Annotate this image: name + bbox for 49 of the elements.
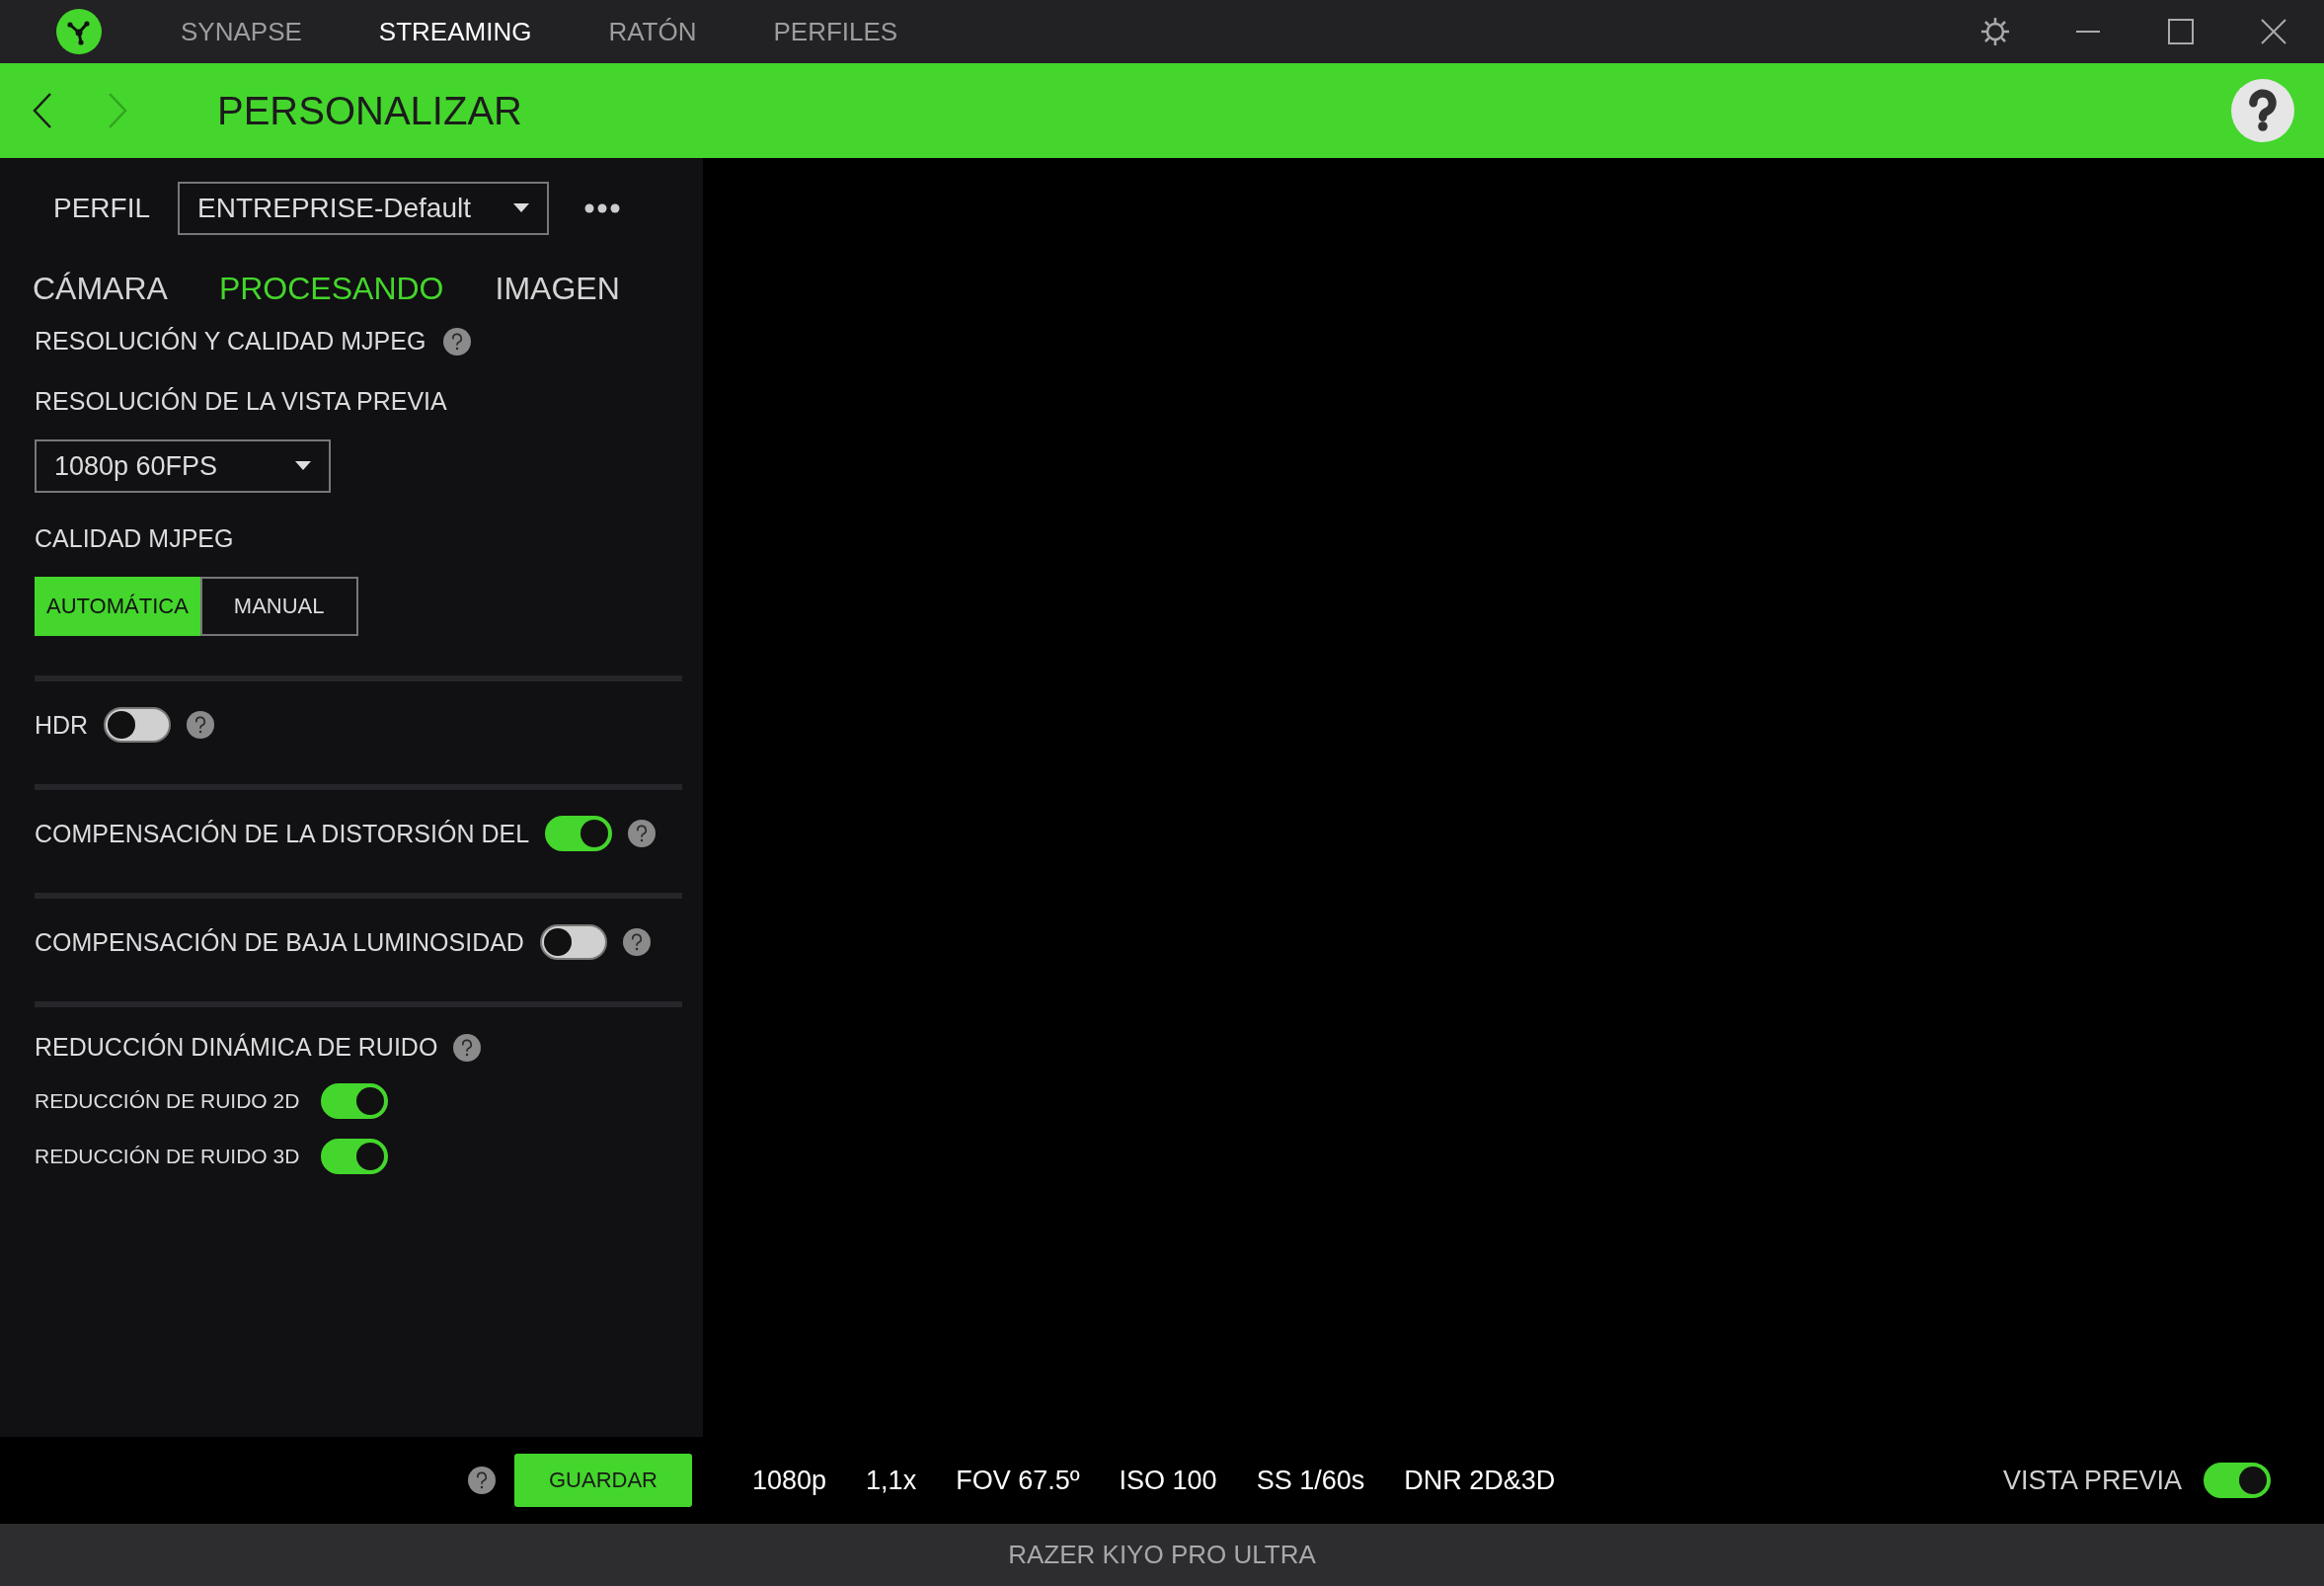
help-icon[interactable] bbox=[453, 1033, 482, 1062]
toggle-switch[interactable] bbox=[104, 707, 172, 743]
settings-icon[interactable] bbox=[1978, 15, 2012, 48]
tab[interactable]: IMAGEN bbox=[495, 271, 620, 307]
camera-stat: 1080p bbox=[752, 1465, 827, 1496]
setting-label: HDR bbox=[35, 710, 89, 740]
quality-option[interactable]: AUTOMÁTICA bbox=[35, 577, 200, 636]
camera-stat: SS 1/60s bbox=[1256, 1465, 1365, 1496]
nav-tab[interactable]: SYNAPSE bbox=[181, 16, 302, 47]
help-icon[interactable] bbox=[187, 711, 215, 739]
caret-icon bbox=[295, 461, 311, 471]
nav-tab[interactable]: PERFILES bbox=[773, 16, 898, 47]
toggle-switch[interactable] bbox=[2204, 1463, 2271, 1498]
page-title: PERSONALIZAR bbox=[217, 88, 522, 133]
setting-label: REDUCCIÓN DINÁMICA DE RUIDO bbox=[35, 1033, 438, 1062]
toggle-switch[interactable] bbox=[545, 816, 613, 851]
setting-label: COMPENSACIÓN DE LA DISTORSIÓN DEL bbox=[35, 819, 530, 848]
profile-dropdown[interactable]: ENTREPRISE-Default bbox=[178, 182, 549, 235]
nav-tab[interactable]: STREAMING bbox=[378, 16, 532, 47]
nav-tab[interactable]: RATÓN bbox=[608, 16, 697, 47]
resolution-dropdown[interactable]: 1080p 60FPS bbox=[35, 439, 331, 493]
quality-option[interactable]: MANUAL bbox=[199, 577, 358, 636]
setting-label: REDUCCIÓN DE RUIDO 2D bbox=[35, 1089, 300, 1113]
tab[interactable]: PROCESANDO bbox=[218, 271, 444, 307]
section-title: RESOLUCIÓN Y CALIDAD MJPEG bbox=[35, 327, 426, 356]
setting-label: COMPENSACIÓN DE BAJA LUMINOSIDAD bbox=[35, 927, 524, 957]
camera-stat: DNR 2D&3D bbox=[1404, 1465, 1556, 1496]
help-icon[interactable] bbox=[628, 820, 657, 847]
help-icon[interactable] bbox=[468, 1467, 496, 1494]
field-label: RESOLUCIÓN DE LA VISTA PREVIA bbox=[35, 387, 447, 416]
toggle-switch[interactable] bbox=[539, 924, 607, 960]
help-icon[interactable] bbox=[2231, 79, 2294, 142]
device-name: RAZER KIYO PRO ULTRA bbox=[1008, 1540, 1316, 1570]
toggle-switch[interactable] bbox=[321, 1139, 389, 1174]
tab[interactable]: CÁMARA bbox=[33, 271, 168, 307]
help-icon[interactable] bbox=[443, 327, 472, 356]
setting-label: REDUCCIÓN DE RUIDO 3D bbox=[35, 1145, 300, 1168]
field-label: CALIDAD MJPEG bbox=[35, 524, 234, 553]
save-button[interactable]: GUARDAR bbox=[514, 1454, 692, 1507]
preview-label: VISTA PREVIA bbox=[2002, 1465, 2182, 1496]
camera-stat: FOV 67.5º bbox=[956, 1465, 1080, 1496]
help-icon[interactable] bbox=[622, 928, 651, 956]
caret-icon bbox=[513, 203, 529, 213]
camera-stat: ISO 100 bbox=[1119, 1465, 1217, 1496]
camera-stat: 1,1x bbox=[866, 1465, 917, 1496]
logo-icon[interactable] bbox=[56, 9, 102, 54]
profile-label: PERFIL bbox=[53, 193, 152, 224]
toggle-switch[interactable] bbox=[321, 1083, 389, 1119]
more-options-icon[interactable] bbox=[584, 203, 620, 213]
